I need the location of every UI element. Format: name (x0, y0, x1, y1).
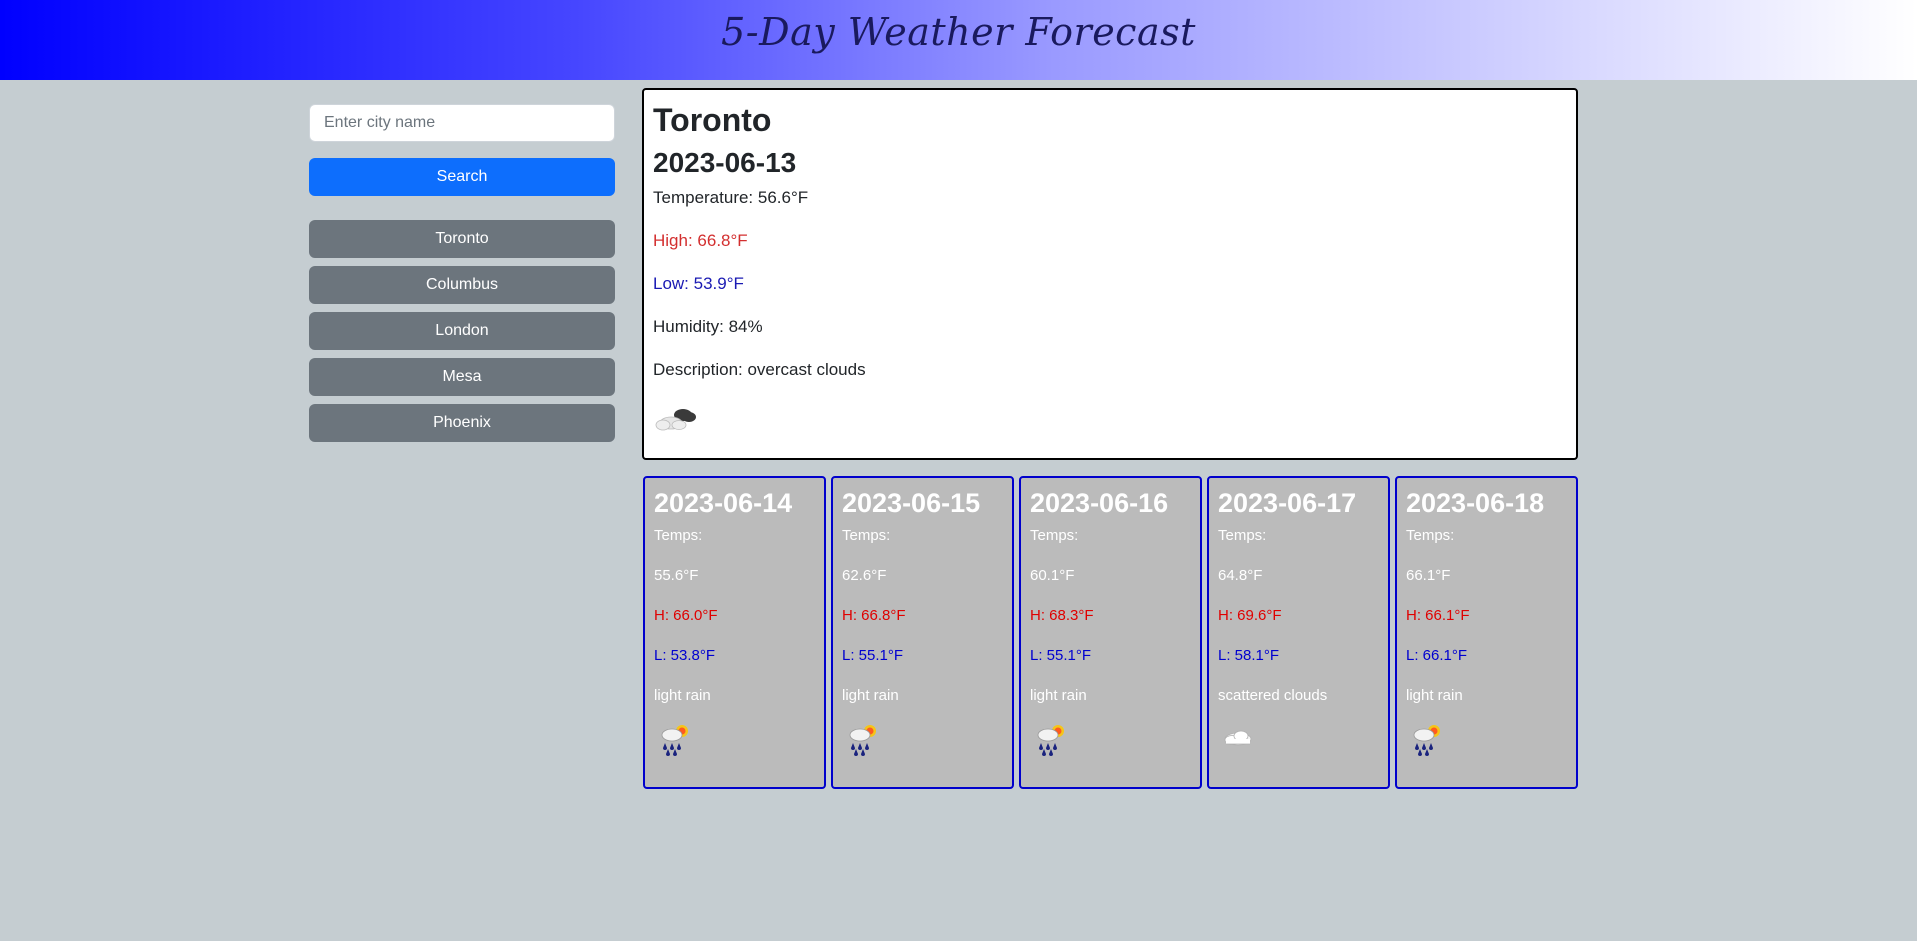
forecast-high: H: 69.6°F (1218, 607, 1282, 624)
forecast-date: 2023-06-14 (654, 488, 793, 518)
forecast-low: L: 66.1°F (1406, 647, 1468, 664)
forecast-description: light rain (1030, 687, 1087, 704)
light-rain-icon (1413, 725, 1440, 756)
current-temperature: Temperature: 56.6°F (653, 188, 809, 207)
forecast-card: 2023-06-18 Temps: 66.1°F H: 66.1°F L: 66… (1395, 476, 1578, 789)
search-history: Toronto Columbus London Mesa Phoenix (309, 220, 615, 442)
forecast-low: L: 53.8°F (654, 647, 716, 664)
forecast-card: 2023-06-17 Temps: 64.8°F H: 69.6°F L: 58… (1207, 476, 1390, 789)
forecast-temp: 60.1°F (1030, 567, 1075, 584)
current-weather-panel: Toronto 2023-06-13 Temperature: 56.6°F H… (642, 88, 1578, 460)
forecast-date: 2023-06-15 (842, 488, 981, 518)
forecast-high: H: 66.8°F (842, 607, 906, 624)
current-humidity: Humidity: 84% (653, 317, 763, 336)
forecast-high: H: 66.1°F (1406, 607, 1470, 624)
overcast-clouds-icon (655, 409, 696, 431)
city-search-input[interactable] (309, 104, 615, 142)
forecast-temps-label: Temps: (654, 527, 703, 544)
scattered-clouds-icon (1224, 730, 1252, 746)
forecast-temp: 64.8°F (1218, 567, 1263, 584)
history-button-columbus[interactable]: Columbus (309, 266, 615, 304)
light-rain-icon (661, 725, 688, 756)
forecast-description: light rain (842, 687, 899, 704)
forecast-card: 2023-06-16 Temps: 60.1°F H: 68.3°F L: 55… (1019, 476, 1202, 789)
current-high: High: 66.8°F (653, 231, 748, 250)
forecast-card: 2023-06-14 Temps: 55.6°F H: 66.0°F L: 53… (643, 476, 826, 789)
forecast-temp: 55.6°F (654, 567, 699, 584)
forecast-temps-label: Temps: (1406, 527, 1455, 544)
forecast-high: H: 66.0°F (654, 607, 718, 624)
search-button[interactable]: Search (309, 158, 615, 196)
sidebar: Search Toronto Columbus London Mesa Phoe… (309, 104, 615, 450)
forecast-high: H: 68.3°F (1030, 607, 1094, 624)
forecast-row: 2023-06-14 Temps: 55.6°F H: 66.0°F L: 53… (642, 476, 1578, 789)
history-button-toronto[interactable]: Toronto (309, 220, 615, 258)
forecast-date: 2023-06-17 (1218, 488, 1357, 518)
history-button-mesa[interactable]: Mesa (309, 358, 615, 396)
forecast-temp: 62.6°F (842, 567, 887, 584)
forecast-date: 2023-06-18 (1406, 488, 1545, 518)
forecast-description: light rain (1406, 687, 1463, 704)
forecast-temps-label: Temps: (842, 527, 891, 544)
forecast-temps-label: Temps: (1030, 527, 1079, 544)
forecast-temps-label: Temps: (1218, 527, 1267, 544)
forecast-temp: 66.1°F (1406, 567, 1451, 584)
light-rain-icon (849, 725, 876, 756)
history-button-london[interactable]: London (309, 312, 615, 350)
light-rain-icon (1037, 725, 1064, 756)
page-title: 5-Day Weather Forecast (721, 10, 1196, 54)
forecast-low: L: 58.1°F (1218, 647, 1280, 664)
forecast-description: light rain (654, 687, 711, 704)
current-date: 2023-06-13 (653, 147, 797, 178)
current-description: Description: overcast clouds (653, 360, 866, 379)
forecast-description: scattered clouds (1218, 687, 1328, 704)
forecast-date: 2023-06-16 (1030, 488, 1169, 518)
forecast-low: L: 55.1°F (1030, 647, 1092, 664)
current-low: Low: 53.9°F (653, 274, 744, 293)
page-header: 5-Day Weather Forecast (0, 0, 1917, 80)
current-city-name: Toronto (653, 102, 772, 138)
forecast-card: 2023-06-15 Temps: 62.6°F H: 66.8°F L: 55… (831, 476, 1014, 789)
forecast-low: L: 55.1°F (842, 647, 904, 664)
history-button-phoenix[interactable]: Phoenix (309, 404, 615, 442)
